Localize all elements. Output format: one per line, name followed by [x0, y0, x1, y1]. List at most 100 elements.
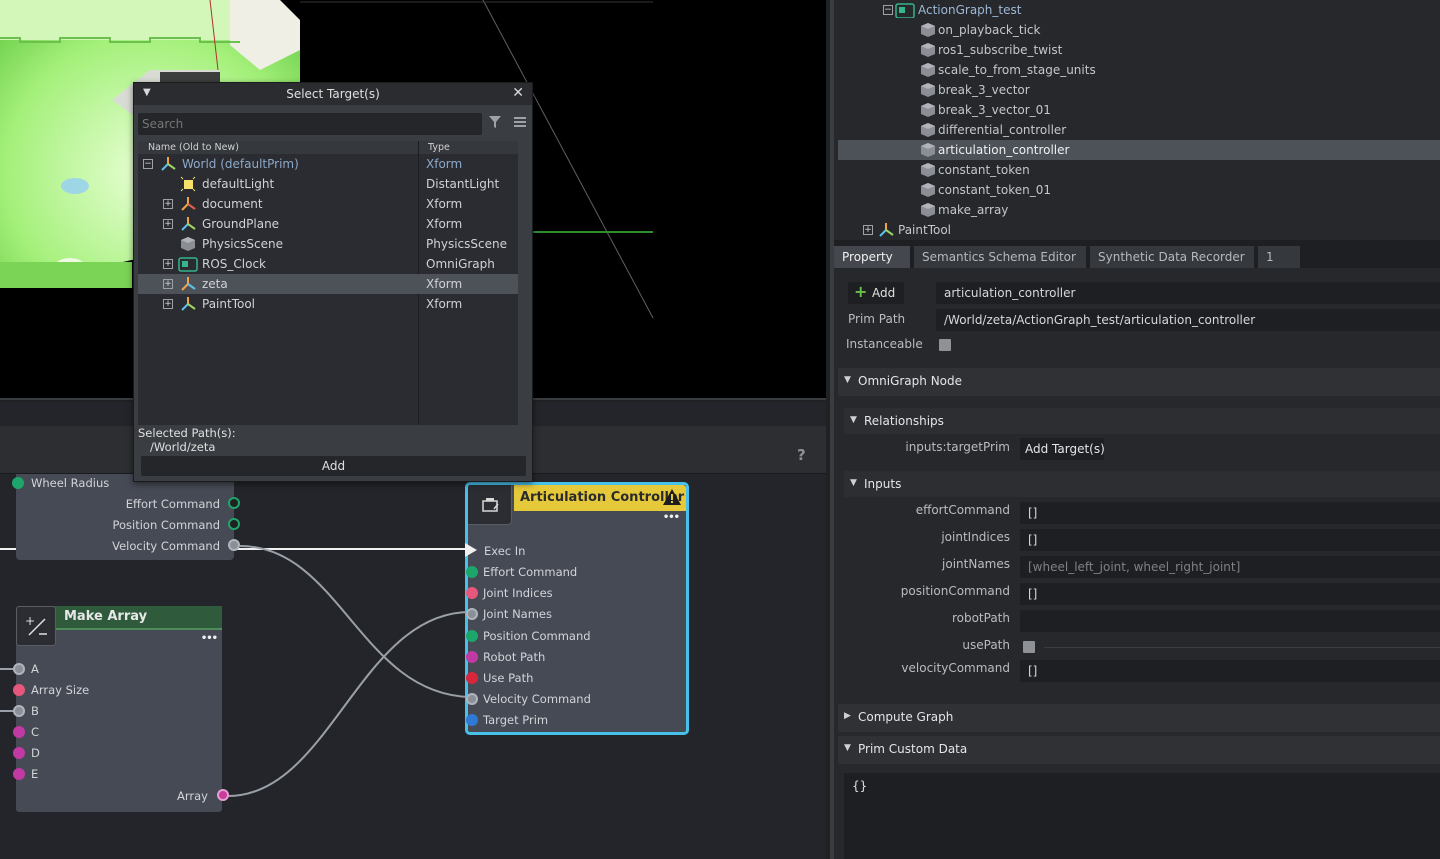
dialog-title-bar[interactable]: ▼ Select Target(s) ✕ — [134, 83, 532, 105]
collapse-toggle-icon[interactable]: − — [143, 159, 153, 169]
make-array-node[interactable]: Make Array + ••• A Array Size B C D E Ar… — [13, 606, 229, 812]
cube-icon — [921, 203, 935, 217]
section-compute-graph[interactable]: ▶ Compute Graph — [838, 704, 1440, 732]
add-targets-button[interactable]: Add Target(s) — [1020, 438, 1105, 460]
stage-row-item[interactable]: on_playback_tick — [834, 20, 1440, 40]
section-relationships[interactable]: ▼ Relationships — [844, 408, 1440, 434]
stage-row-item[interactable]: constant_token — [834, 160, 1440, 180]
port-label-target-prim: Target Prim — [483, 713, 549, 727]
expand-toggle-icon[interactable]: + — [863, 225, 873, 235]
input-field-robotpath[interactable] — [1020, 610, 1440, 632]
custom-data-field[interactable]: {} — [844, 773, 1440, 859]
expand-toggle-icon[interactable]: + — [163, 279, 173, 289]
input-field-velocitycommand[interactable]: [] — [1020, 660, 1440, 682]
stage-row-item[interactable]: break_3_vector_01 — [834, 100, 1440, 120]
stage-row-item[interactable]: ros1_subscribe_twist — [834, 40, 1440, 60]
tree-row-ros-clock[interactable]: + ROS_Clock OmniGraph — [138, 254, 518, 274]
omnigraph-icon — [895, 3, 915, 18]
node-title-bar[interactable]: Make Array — [56, 606, 222, 630]
use-path-port[interactable] — [466, 672, 478, 684]
expand-toggle-icon[interactable]: + — [163, 259, 173, 269]
joint-indices-port[interactable] — [466, 587, 478, 599]
wheel-radius-port[interactable] — [12, 477, 24, 489]
joint-names-port[interactable] — [466, 608, 478, 620]
differential-controller-node[interactable]: Wheel Radius Effort Command Position Com… — [12, 474, 240, 560]
tree-item-name: GroundPlane — [202, 217, 280, 231]
prim-path-field[interactable]: /World/zeta/ActionGraph_test/articulatio… — [936, 309, 1440, 331]
prim-name-field[interactable]: articulation_controller — [936, 282, 1440, 304]
tab-synthetic-data-recorder[interactable]: Synthetic Data Recorder — [1090, 246, 1254, 268]
input-e-port[interactable] — [13, 768, 25, 780]
expand-toggle-icon[interactable]: + — [163, 299, 173, 309]
section-omnigraph-node[interactable]: ▼ OmniGraph Node — [838, 368, 1440, 396]
tree-row-groundplane[interactable]: + GroundPlane Xform — [138, 214, 518, 234]
input-a-port[interactable] — [13, 663, 25, 675]
effort-command-in-port[interactable] — [466, 566, 478, 578]
tab-property[interactable]: Property — [834, 246, 910, 268]
node-menu-icon[interactable]: ••• — [663, 512, 680, 523]
cube-icon — [921, 83, 935, 97]
array-size-port[interactable] — [13, 684, 25, 696]
prim-tree[interactable]: Name (Old to New) Type − World (defaultP… — [138, 141, 518, 425]
port-label-c: C — [31, 725, 40, 739]
input-field-effortcommand[interactable]: [] — [1020, 502, 1440, 524]
section-prim-custom-data[interactable]: ▼ Prim Custom Data — [838, 736, 1440, 764]
effort-command-port[interactable] — [228, 497, 240, 509]
menu-icon[interactable] — [513, 115, 527, 129]
tree-row-document[interactable]: + document Xform — [138, 194, 518, 214]
stage-row-painttool[interactable]: + PaintTool — [834, 220, 1440, 240]
tab-extra[interactable]: 1 — [1258, 246, 1300, 268]
node-title-bar[interactable]: Articulation Controller — [514, 485, 686, 511]
add-button[interactable]: Add — [141, 456, 526, 476]
column-type-header[interactable]: Type — [428, 142, 450, 153]
input-field-jointindices[interactable]: [] — [1020, 529, 1440, 551]
expand-toggle-icon[interactable]: + — [163, 199, 173, 209]
tree-row-world[interactable]: − World (defaultPrim) Xform — [138, 154, 518, 174]
expand-toggle-icon[interactable]: + — [163, 219, 173, 229]
stage-row-selected[interactable]: articulation_controller — [838, 140, 1440, 160]
stage-row-item[interactable]: make_array — [834, 200, 1440, 220]
search-input[interactable] — [138, 113, 482, 135]
tree-row-zeta[interactable]: + zeta Xform — [138, 274, 518, 294]
robot-path-port[interactable] — [466, 651, 478, 663]
tab-semantics-schema-editor[interactable]: Semantics Schema Editor — [914, 246, 1086, 268]
stage-row-item[interactable]: scale_to_from_stage_units — [834, 60, 1440, 80]
stage-row-item[interactable]: constant_token_01 — [834, 180, 1440, 200]
exec-in-port[interactable] — [465, 543, 479, 557]
articulation-controller-node[interactable]: Articulation Controller ••• Exec In Effo… — [465, 482, 689, 735]
position-command-label: Position Command — [112, 518, 220, 532]
tree-row-defaultlight[interactable]: defaultLight DistantLight — [138, 174, 518, 194]
column-name-header[interactable]: Name (Old to New) — [148, 142, 239, 153]
search-field[interactable] — [138, 113, 482, 135]
input-d-port[interactable] — [13, 747, 25, 759]
input-b-port[interactable] — [13, 705, 25, 717]
stage-row-item[interactable]: differential_controller — [834, 120, 1440, 140]
select-targets-dialog[interactable]: ▼ Select Target(s) ✕ Name (Old to New) T… — [133, 82, 533, 482]
input-field-positioncommand[interactable]: [] — [1020, 583, 1440, 605]
position-command-port[interactable] — [228, 518, 240, 530]
help-icon[interactable]: ? — [797, 446, 806, 464]
collapse-toggle-icon[interactable]: − — [883, 5, 893, 15]
tree-row-painttool[interactable]: + PaintTool Xform — [138, 294, 518, 314]
selected-paths-label: Selected Path(s): — [138, 426, 236, 440]
usepath-checkbox[interactable] — [1023, 641, 1035, 653]
caret-right-icon: ▶ — [844, 711, 851, 721]
property-panel[interactable]: Property Semantics Schema Editor Synthet… — [830, 240, 1440, 859]
add-property-button[interactable]: + Add — [848, 282, 904, 304]
input-field-jointnames[interactable]: [wheel_left_joint, wheel_right_joint] — [1020, 556, 1440, 578]
stage-row-item[interactable]: break_3_vector — [834, 80, 1440, 100]
tree-row-physicsscene[interactable]: PhysicsScene PhysicsScene — [138, 234, 518, 254]
target-prim-port[interactable] — [466, 714, 478, 726]
position-command-in-port[interactable] — [466, 630, 478, 642]
instanceable-checkbox[interactable] — [939, 339, 951, 351]
stage-tree[interactable]: − ActionGraph_test on_playback_tick ros1… — [830, 0, 1440, 240]
close-icon[interactable]: ✕ — [512, 85, 524, 101]
stage-row-actiongraph[interactable]: − ActionGraph_test — [834, 0, 1440, 20]
section-inputs[interactable]: ▼ Inputs — [844, 471, 1440, 497]
velocity-command-port[interactable] — [228, 539, 240, 551]
node-menu-icon[interactable]: ••• — [201, 633, 218, 644]
velocity-command-in-port[interactable] — [466, 693, 478, 705]
input-c-port[interactable] — [13, 726, 25, 738]
array-output-port[interactable] — [217, 789, 229, 801]
filter-icon[interactable] — [488, 115, 502, 129]
